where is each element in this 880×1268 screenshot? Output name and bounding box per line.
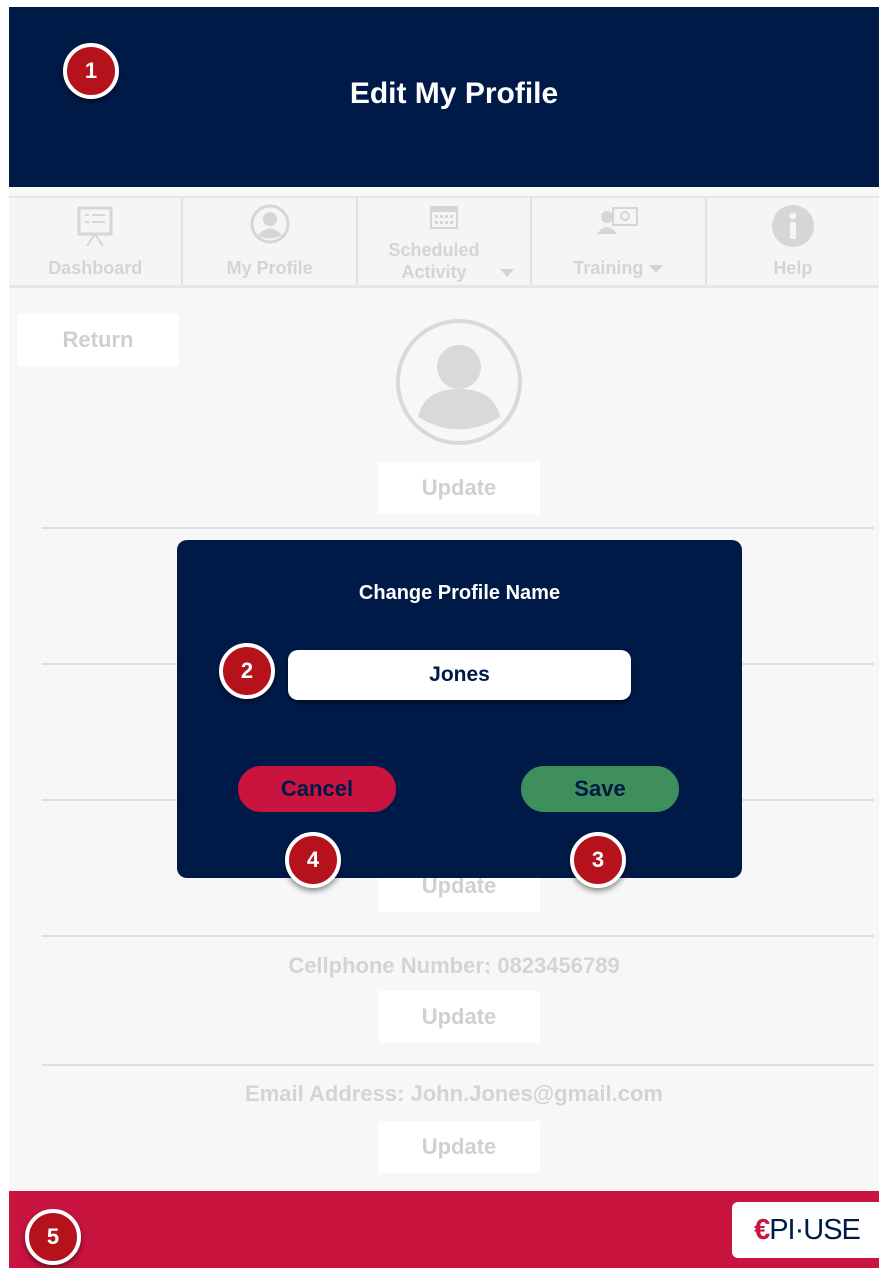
training-text: Training	[573, 258, 644, 278]
user-circle-icon	[250, 204, 290, 249]
chevron-down-icon	[649, 265, 664, 274]
nav-item-training[interactable]: Training	[532, 198, 707, 285]
nav-item-dashboard[interactable]: Dashboard	[9, 198, 184, 285]
divider	[42, 1064, 874, 1066]
dialog-title: Change Profile Name	[358, 582, 561, 604]
profile-avatar	[394, 317, 524, 447]
step-marker-5: 5	[25, 1209, 81, 1265]
cellphone-label: Cellphone Number: 0823456789	[288, 953, 620, 978]
save-button[interactable]: Save	[519, 764, 681, 814]
nav-label-training: Training	[532, 257, 704, 279]
nav-label-my-profile: My Profile	[226, 258, 313, 278]
nav-label-dashboard: Dashboard	[48, 258, 143, 278]
cancel-button[interactable]: Cancel	[236, 764, 398, 814]
footer-bar: € PI·USE	[9, 1191, 879, 1268]
nav-item-my-profile[interactable]: My Profile	[183, 198, 358, 285]
nav-bar: Dashboard My Profile Scheduled Activity …	[9, 196, 879, 288]
divider	[42, 527, 874, 529]
header-bar: Edit My Profile	[9, 7, 879, 187]
step-marker-1: 1	[63, 43, 119, 99]
nav-item-scheduled-activity[interactable]: Scheduled Activity	[358, 198, 533, 285]
return-button[interactable]: Return	[17, 314, 179, 366]
nav-item-help[interactable]: Help	[707, 198, 879, 285]
info-icon	[771, 204, 815, 253]
update-cellphone-button[interactable]: Update	[378, 991, 540, 1043]
step-marker-4: 4	[285, 832, 341, 888]
nav-label-scheduled-activity: Scheduled Activity	[358, 239, 530, 283]
step-marker-3: 3	[570, 832, 626, 888]
update-email-button[interactable]: Update	[378, 1121, 540, 1173]
epi-use-logo: € PI·USE	[732, 1202, 879, 1258]
scheduled-activity-text: Scheduled Activity	[388, 240, 480, 282]
profile-name-input[interactable]	[288, 650, 631, 700]
divider	[42, 935, 874, 937]
presentation-board-icon	[75, 204, 115, 253]
page-title: Edit My Profile	[349, 77, 559, 110]
email-label: Email Address: John.Jones@gmail.com	[245, 1081, 663, 1106]
update-photo-button[interactable]: Update	[378, 462, 540, 514]
logo-e-mark: €	[754, 1213, 770, 1246]
app-frame: Edit My Profile Dashboard My Profile Sch…	[9, 7, 879, 1268]
step-marker-2: 2	[219, 643, 275, 699]
training-icon	[595, 204, 641, 243]
nav-label-help: Help	[773, 258, 813, 278]
change-name-dialog: Change Profile Name Cancel Save	[177, 540, 742, 878]
chevron-down-icon	[500, 269, 515, 278]
calendar-icon	[429, 204, 459, 235]
logo-text: PI·USE	[769, 1213, 861, 1246]
